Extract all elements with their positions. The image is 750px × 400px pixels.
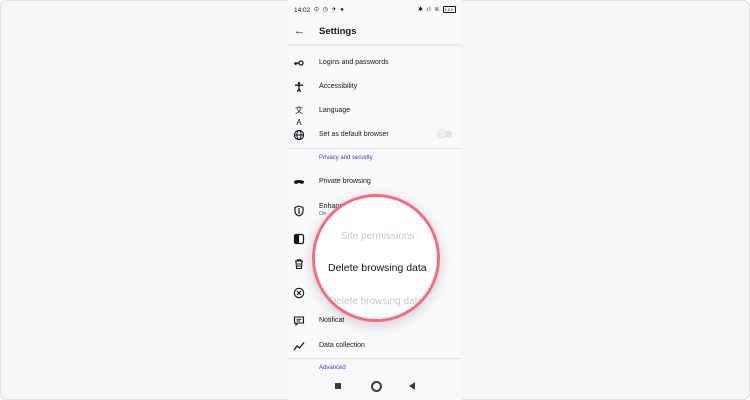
page-title: Settings — [319, 26, 357, 37]
section-header-privacy: Privacy and security — [319, 155, 373, 161]
status-bar: 14:02 ⊙ ◷ ✈ ● ✱ ıl ≋ 100 — [288, 0, 462, 20]
settings-item-label: Notificat — [319, 317, 345, 324]
settings-item-private-browsing[interactable]: Private browsing — [288, 173, 462, 193]
notification-icon — [293, 315, 305, 327]
settings-toolbar: ← Settings — [288, 20, 462, 45]
site-permissions-icon — [293, 233, 305, 245]
recent-apps-icon[interactable] — [335, 383, 341, 389]
home-icon[interactable] — [371, 381, 382, 392]
status-system-icons: ✱ ıl ≋ 100 — [418, 6, 456, 13]
settings-item-label: Set as default browser — [319, 131, 389, 138]
key-icon — [293, 57, 305, 69]
back-triangle-icon[interactable] — [409, 382, 415, 390]
arrow-left-icon[interactable]: ← — [294, 25, 306, 37]
zoom-magnifier: Site permissions Delete browsing data De… — [312, 194, 440, 322]
magnified-delete-on-quit-label: Delete browsing data — [329, 296, 423, 307]
settings-item-label: Accessibility — [319, 83, 358, 90]
settings-item-status: On — [319, 211, 327, 217]
status-connectivity-icons: ✱ ıl ≋ — [417, 7, 441, 14]
settings-item-label: Private browsing — [319, 178, 371, 185]
settings-item-logins[interactable]: Logins and passwords — [288, 54, 462, 74]
trash-icon — [293, 258, 305, 270]
settings-item-default-browser[interactable]: Set as default browser — [288, 126, 462, 146]
status-notification-icons: ⊙ ◷ ✈ ● — [314, 7, 345, 13]
android-nav-bar — [288, 376, 462, 400]
settings-item-label: Data collection — [319, 342, 365, 349]
toggle-knob — [437, 129, 446, 138]
globe-icon — [293, 129, 305, 141]
default-browser-toggle[interactable] — [437, 129, 452, 138]
section-header-advanced: Advanced — [319, 365, 346, 371]
chart-line-icon — [293, 340, 305, 352]
section-divider — [288, 148, 462, 149]
settings-item-accessibility[interactable]: Accessibility — [288, 78, 462, 98]
close-circle-icon — [293, 287, 305, 299]
magnified-delete-browsing-data-label[interactable]: Delete browsing data — [328, 262, 427, 274]
settings-item-data-collection[interactable]: Data collection — [288, 337, 462, 357]
settings-item-language[interactable]: 文A Language — [288, 102, 462, 127]
section-divider — [288, 358, 462, 359]
status-time: 14:02 — [294, 7, 311, 14]
accessibility-icon — [293, 81, 305, 93]
battery-icon: 100 — [443, 6, 456, 13]
magnified-site-permissions-label: Site permissions — [341, 231, 415, 242]
settings-item-label: Language — [319, 107, 351, 114]
mask-icon — [293, 176, 305, 188]
translate-icon: 文A — [295, 106, 303, 127]
shield-icon — [293, 205, 305, 217]
settings-item-label: Logins and passwords — [319, 59, 389, 66]
